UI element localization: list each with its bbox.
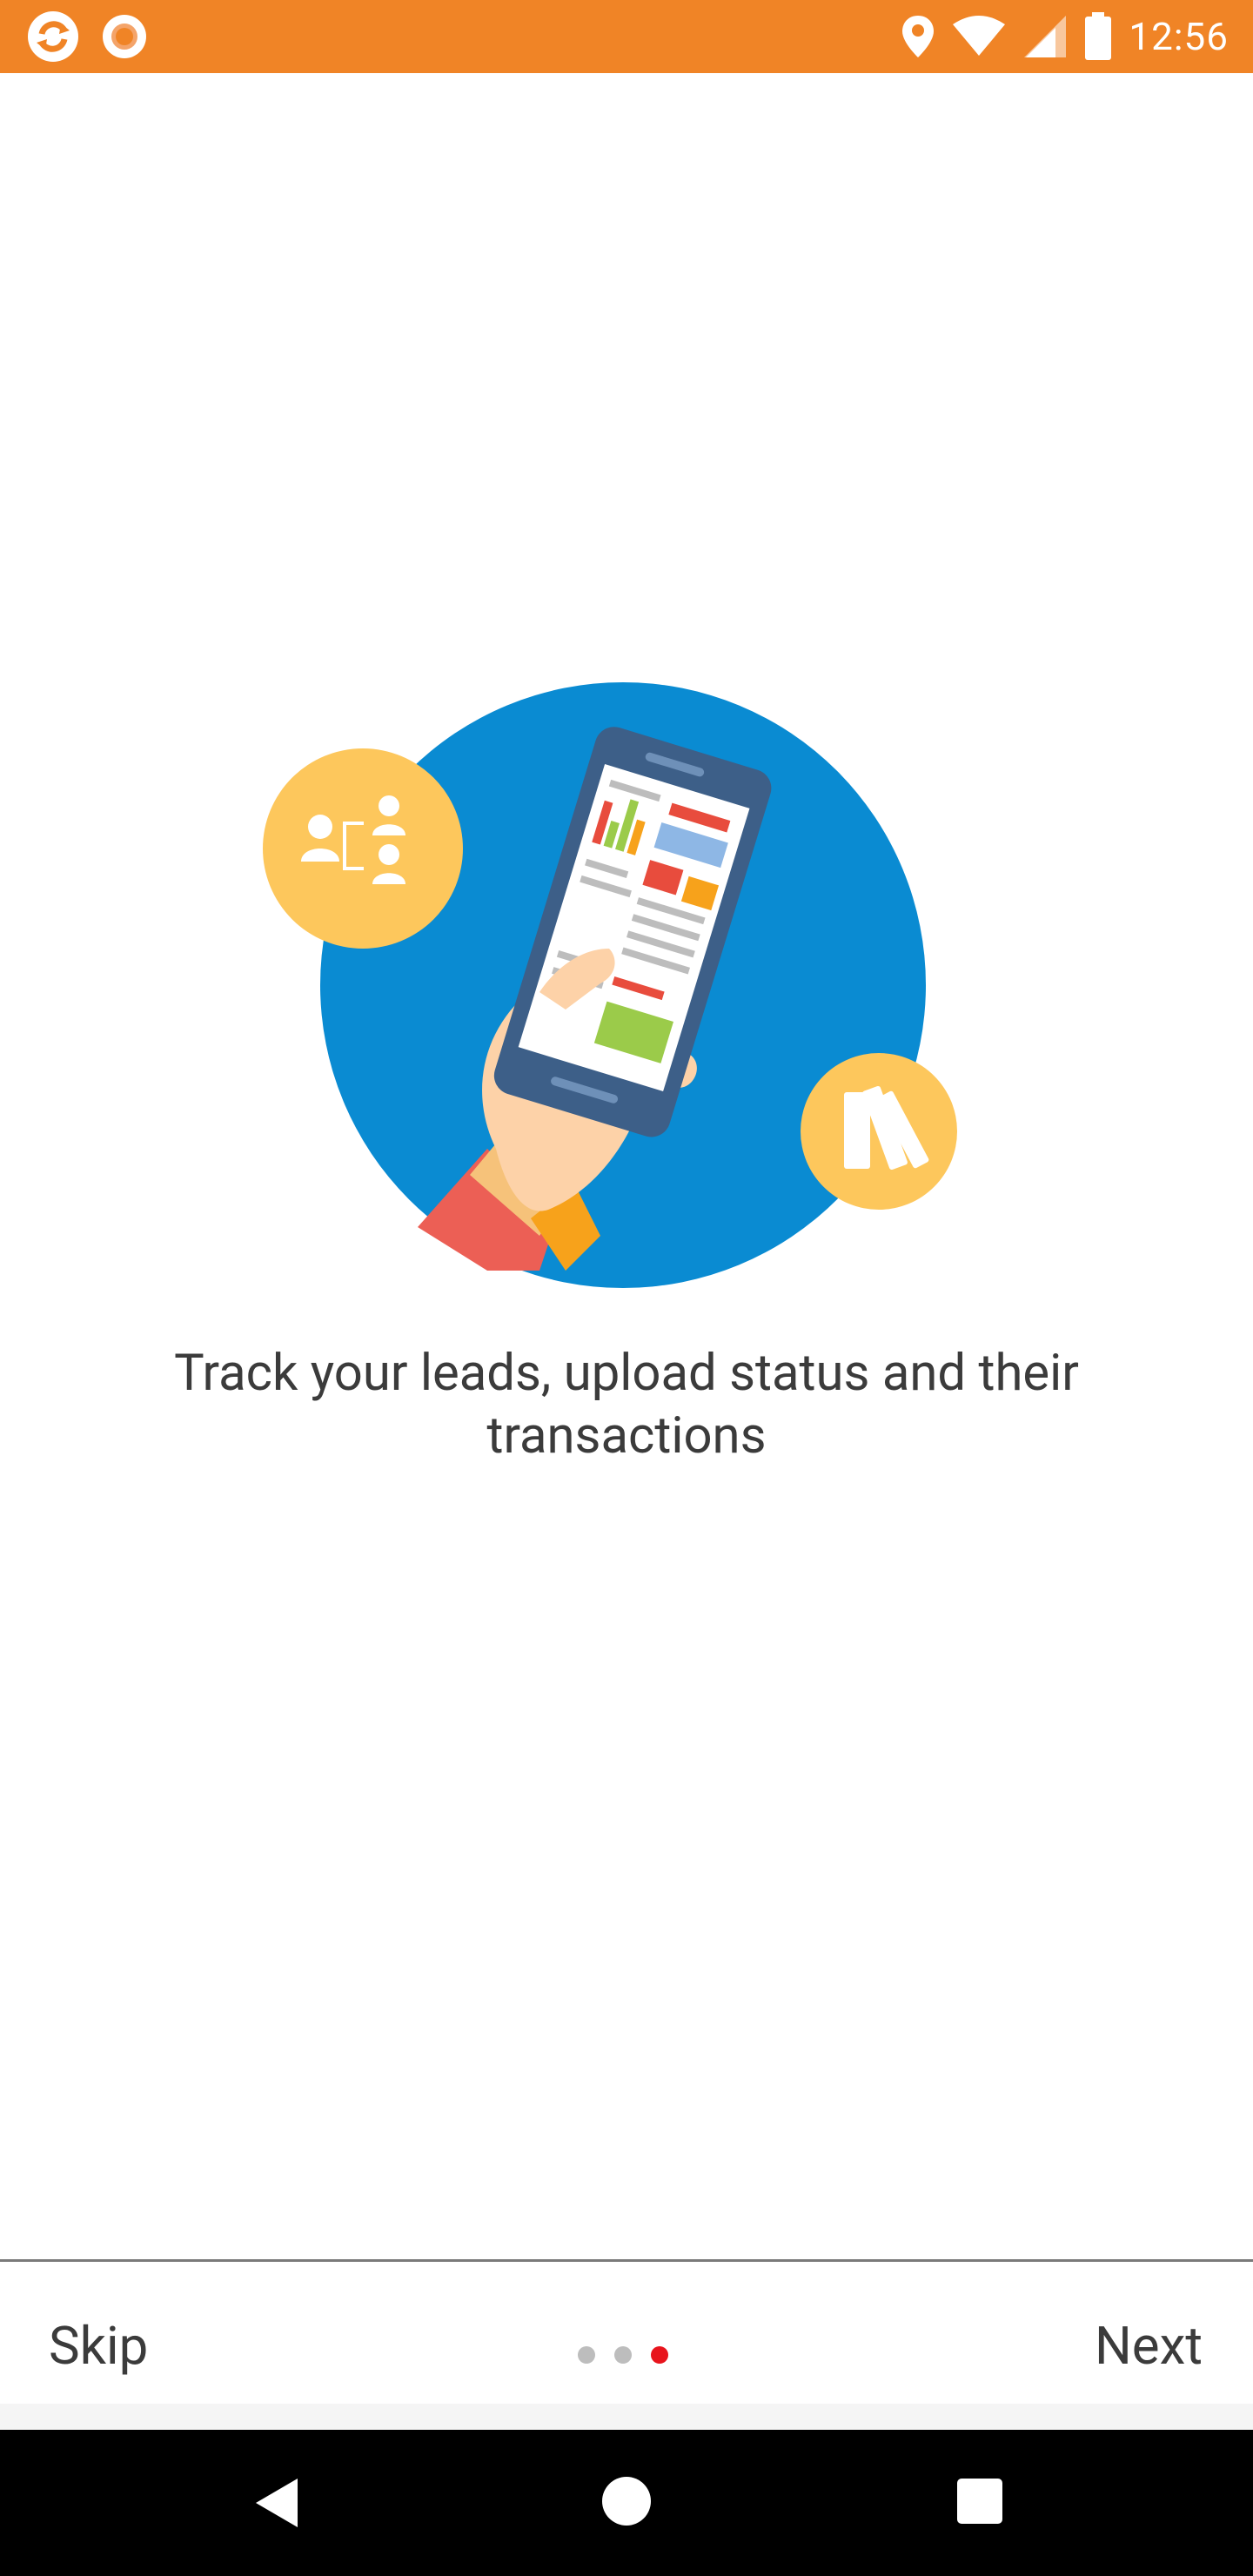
status-time: 12:56 [1129, 14, 1229, 59]
team-circle [263, 748, 463, 949]
onboarding-illustration [263, 682, 957, 1288]
page-dot-2 [614, 2346, 632, 2364]
onboarding-caption: Track your leads, upload status and thei… [174, 1344, 1079, 1466]
back-icon[interactable] [252, 2477, 301, 2529]
location-icon [902, 16, 935, 57]
next-button[interactable]: Next [1095, 2315, 1203, 2377]
recent-apps-icon[interactable] [957, 2479, 1002, 2524]
footer-strip [0, 2404, 1253, 2430]
signal-icon [1024, 16, 1067, 57]
page-dot-3 [651, 2346, 668, 2364]
skip-button[interactable]: Skip [49, 2315, 148, 2377]
app-record-icon [103, 15, 146, 58]
home-icon[interactable] [602, 2477, 651, 2526]
app-refresh-icon [28, 11, 78, 62]
status-bar: 12:56 [0, 0, 1253, 73]
wifi-icon [953, 16, 1006, 56]
page-indicator [578, 2346, 668, 2364]
battery-icon [1085, 12, 1112, 60]
status-right-icons: 12:56 [901, 0, 1229, 73]
footer-bar [0, 2262, 1253, 2404]
status-left-icons [26, 9, 148, 64]
page-dot-1 [578, 2346, 595, 2364]
